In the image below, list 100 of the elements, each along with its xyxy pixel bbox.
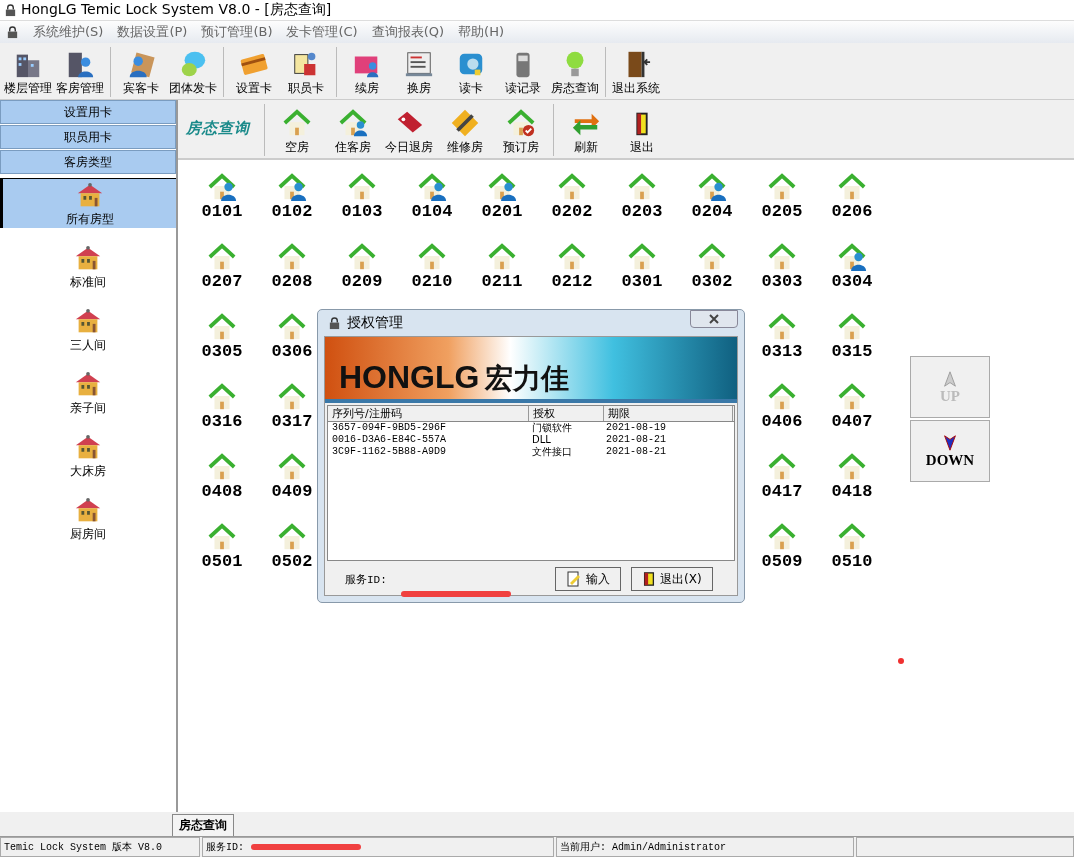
menu-item[interactable]: 帮助(H) <box>458 23 504 41</box>
house-icon <box>836 312 868 342</box>
panel-title: 房态查询 <box>185 118 252 138</box>
toolbar-button[interactable]: 团体发卡 <box>167 49 219 97</box>
toolbar-button[interactable]: 读记录 <box>497 49 549 97</box>
house-icon <box>766 452 798 482</box>
room-type-item[interactable]: 所有房型 <box>0 178 176 228</box>
room-item[interactable]: 0317 <box>257 382 327 440</box>
room-item[interactable]: 0509 <box>747 522 817 580</box>
room-type-item[interactable]: 大床房 <box>0 431 176 480</box>
room-item[interactable]: 0501 <box>187 522 257 580</box>
document-pencil-icon <box>566 571 582 587</box>
table-cell-text: 0016-D3A6-E84C-557A <box>331 434 448 446</box>
toolbar-button[interactable]: 续房 <box>341 49 393 97</box>
close-button[interactable] <box>690 310 738 328</box>
room-item[interactable]: 0315 <box>817 312 887 370</box>
toolbar-button[interactable]: 换房 <box>393 49 445 97</box>
toolbar-button[interactable]: 住客房 <box>325 108 381 156</box>
room-item[interactable]: 0316 <box>187 382 257 440</box>
room-item[interactable]: 0502 <box>257 522 327 580</box>
status-field: 当前用户: Admin/Administrator <box>556 837 854 857</box>
toolbar-button[interactable]: 房态查询 <box>549 49 601 97</box>
room-item[interactable]: 0206 <box>817 172 887 230</box>
lock-icon <box>328 316 341 330</box>
toolbar-button[interactable]: 楼层管理 <box>2 49 54 97</box>
table-cell-text: 2021-08-21 <box>605 446 667 458</box>
menu-item[interactable]: 发卡管理(C) <box>286 23 358 41</box>
room-item[interactable]: 0210 <box>397 242 467 300</box>
room-type-item[interactable]: 亲子间 <box>0 368 176 417</box>
toolbar-button[interactable]: 职员卡 <box>280 49 332 97</box>
house-icon <box>626 172 658 202</box>
room-item[interactable]: 0101 <box>187 172 257 230</box>
room-item[interactable]: 0418 <box>817 452 887 510</box>
room-item[interactable]: 0417 <box>747 452 817 510</box>
sidebar-section-button[interactable]: 设置用卡 <box>0 100 176 124</box>
table-cell-text: DLL <box>531 434 552 446</box>
close-icon <box>708 314 720 324</box>
menu-item[interactable]: 预订管理(B) <box>201 23 273 41</box>
room-item[interactable]: 0304 <box>817 242 887 300</box>
toolbar-button[interactable]: 今日退房 <box>381 108 437 156</box>
toolbar-button[interactable]: 退出系统 <box>610 49 662 97</box>
room-item[interactable]: 0201 <box>467 172 537 230</box>
menu-item[interactable]: 系统维护(S) <box>33 23 104 41</box>
room-item[interactable]: 0208 <box>257 242 327 300</box>
room-item[interactable]: 0103 <box>327 172 397 230</box>
toolbar-button[interactable]: 维修房 <box>437 108 493 156</box>
column-header[interactable]: 期限 <box>604 406 733 421</box>
toolbar-button[interactable]: 设置卡 <box>228 49 280 97</box>
room-item[interactable]: 0211 <box>467 242 537 300</box>
house-icon <box>346 242 378 272</box>
room-item[interactable]: 0301 <box>607 242 677 300</box>
room-item[interactable]: 0205 <box>747 172 817 230</box>
menu-item[interactable]: 数据设置(P) <box>117 23 188 41</box>
lock-icon <box>4 3 17 17</box>
house-icon <box>416 242 448 272</box>
toolbar-button[interactable]: 退出 <box>614 108 670 156</box>
room-item[interactable]: 0104 <box>397 172 467 230</box>
room-item[interactable]: 0510 <box>817 522 887 580</box>
room-item[interactable]: 0209 <box>327 242 397 300</box>
room-item[interactable]: 0207 <box>187 242 257 300</box>
room-item[interactable]: 0212 <box>537 242 607 300</box>
toolbar-button[interactable]: 读卡 <box>445 49 497 97</box>
house-icon <box>836 172 868 202</box>
room-item[interactable]: 0204 <box>677 172 747 230</box>
room-item[interactable]: 0305 <box>187 312 257 370</box>
tab[interactable]: 房态查询 <box>172 814 234 836</box>
house-icon <box>206 242 238 272</box>
room-item[interactable]: 0407 <box>817 382 887 440</box>
toolbar-button[interactable]: 客房管理 <box>54 49 106 97</box>
house-icon <box>206 522 238 552</box>
room-item[interactable]: 0408 <box>187 452 257 510</box>
house-icon <box>766 242 798 272</box>
room-item[interactable]: 0202 <box>537 172 607 230</box>
column-header[interactable]: 序列号/注册码 <box>328 406 529 421</box>
exit-button[interactable]: 退出(X) <box>631 567 713 591</box>
room-item[interactable]: 0302 <box>677 242 747 300</box>
room-item[interactable]: 0409 <box>257 452 327 510</box>
toolbar-button[interactable]: 刷新 <box>558 108 614 156</box>
page-button[interactable]: DOWN <box>910 420 990 482</box>
column-header[interactable]: 授权 <box>529 406 604 421</box>
room-type-item[interactable]: 三人间 <box>0 305 176 354</box>
input-button[interactable]: 输入 <box>555 567 621 591</box>
room-item[interactable]: 0303 <box>747 242 817 300</box>
room-item[interactable]: 0203 <box>607 172 677 230</box>
room-item[interactable]: 0406 <box>747 382 817 440</box>
sidebar-section-button[interactable]: 客房类型 <box>0 150 176 174</box>
room-item[interactable]: 0306 <box>257 312 327 370</box>
toolbar-button[interactable]: 预订房 <box>493 108 549 156</box>
toolbar-button[interactable]: 空房 <box>269 108 325 156</box>
house-icon <box>556 172 588 202</box>
house-person-icon <box>276 172 308 202</box>
room-type-item[interactable]: 厨房间 <box>0 494 176 543</box>
sidebar-section-button[interactable]: 职员用卡 <box>0 125 176 149</box>
room-item[interactable]: 0313 <box>747 312 817 370</box>
room-item[interactable]: 0102 <box>257 172 327 230</box>
toolbar-button[interactable]: 宾客卡 <box>115 49 167 97</box>
table-cell-text: 2021-08-19 <box>605 422 667 434</box>
house-icon <box>766 312 798 342</box>
menu-item[interactable]: 查询报表(Q) <box>371 23 445 41</box>
room-type-item[interactable]: 标准间 <box>0 242 176 291</box>
